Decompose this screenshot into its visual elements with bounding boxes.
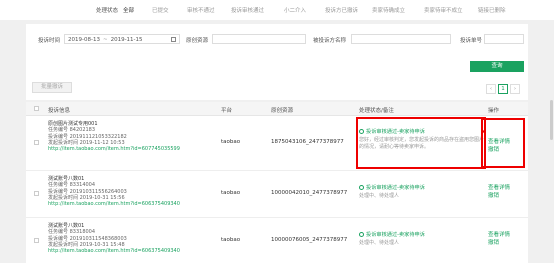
item-link[interactable]: http://item.taobao.com/item.htm?id=60637… <box>48 201 198 207</box>
withdraw-link[interactable]: 撤销 <box>488 192 510 200</box>
select-all-checkbox[interactable] <box>34 106 39 111</box>
next-page-button[interactable]: › <box>510 84 520 94</box>
date-separator: ~ <box>102 37 108 43</box>
check-circle-icon <box>359 232 364 237</box>
platform: taobao <box>221 237 241 243</box>
platform: taobao <box>221 190 241 196</box>
red-dot-marker <box>481 130 484 133</box>
actions-highlight-box <box>481 118 525 168</box>
pagination: ‹ 1 › <box>486 84 522 94</box>
header-source: 原创资源 <box>271 108 294 114</box>
date-end: 2019-11-15 <box>110 37 143 43</box>
status-tab-link-deleted[interactable]: 链接已删除 <box>478 6 506 14</box>
complaint-info: 测试账号八数01 任务编号 83318004 投诉编号 201910311548… <box>48 223 198 254</box>
table-header: 投诉信息 平台 原创资源 处理状态/备注 操作 <box>26 102 528 116</box>
status-cell: 投诉审核通过-卖家待申诉 处理中、待处理人 <box>359 184 487 200</box>
date-range-input[interactable]: 2019-08-13 ~2019-11-15 <box>64 34 180 44</box>
view-detail-link[interactable]: 查看详情 <box>488 184 510 192</box>
check-circle-icon <box>359 185 364 190</box>
table-row: 测试账号八数01 任务编号 83314004 投诉编号 201910311556… <box>26 171 528 218</box>
status-cell: 投诉审核通过-卖家待申诉 处理中、待处理人 <box>359 231 487 247</box>
seller-label: 被投诉方名称 <box>313 38 347 44</box>
row-actions: 查看详情 撤销 <box>488 231 510 247</box>
source-account: 10000042010_2477378977 <box>271 190 348 196</box>
time-label: 投诉时间 <box>38 38 61 44</box>
item-link[interactable]: http://item.taobao.com/item.htm?id=60637… <box>48 248 198 254</box>
platform: taobao <box>221 139 241 145</box>
filter-panel: 投诉时间 2019-08-13 ~2019-11-15 原创资源 被投诉方名称 投… <box>26 24 528 100</box>
item-link[interactable]: http://item.taobao.com/item.htm?id=60774… <box>48 146 198 152</box>
status-tab-review-passed[interactable]: 投诉审核通过 <box>231 6 264 14</box>
page: 处理状态 全部 已提交 审核不通过 投诉审核通过 小二介入 投诉方已撤诉 卖家待… <box>0 0 554 263</box>
row-checkbox[interactable] <box>34 191 39 196</box>
source-account: 10000076005_2477378977 <box>271 237 348 243</box>
status-highlight-box <box>356 117 486 169</box>
complaint-no-input[interactable] <box>484 34 524 44</box>
date-start: 2019-08-13 <box>68 37 100 43</box>
table-row: 测试账号八数01 任务编号 83318004 投诉编号 201910311548… <box>26 218 528 263</box>
status-tab-submitted[interactable]: 已提交 <box>152 6 169 14</box>
status-note: 处理中、待处理人 <box>359 240 400 246</box>
status-filter-bar: 处理状态 全部 已提交 审核不通过 投诉审核通过 小二介入 投诉方已撤诉 卖家待… <box>0 0 554 20</box>
calendar-icon <box>171 37 176 42</box>
header-platform: 平台 <box>221 108 233 114</box>
row-checkbox[interactable] <box>34 140 39 145</box>
source-label: 原创资源 <box>186 38 209 44</box>
complaint-info: 测试账号八数01 任务编号 83314004 投诉编号 201910311556… <box>48 176 198 207</box>
scrollbar[interactable] <box>550 100 553 140</box>
row-actions: 查看详情 撤销 <box>488 184 510 200</box>
withdraw-link[interactable]: 撤销 <box>488 239 510 247</box>
status-text: 投诉审核通过-卖家待申诉 <box>366 185 425 191</box>
status-tab-staff-intervened[interactable]: 小二介入 <box>284 6 306 14</box>
prev-page-button[interactable]: ‹ <box>486 84 496 94</box>
status-tab-review-rejected[interactable]: 审核不通过 <box>187 6 215 14</box>
status-note: 处理中、待处理人 <box>359 193 400 199</box>
batch-withdraw-button[interactable]: 批量撤诉 <box>32 82 72 93</box>
header-ops: 操作 <box>488 108 500 114</box>
header-info: 投诉信息 <box>48 108 71 114</box>
status-tab-seller-invalid[interactable]: 卖家待审不成立 <box>424 6 463 14</box>
page-1-button[interactable]: 1 <box>498 84 508 94</box>
status-tab-seller-confirm[interactable]: 卖家待确成立 <box>372 6 405 14</box>
view-detail-link[interactable]: 查看详情 <box>488 231 510 239</box>
row-checkbox[interactable] <box>34 238 39 243</box>
complaint-info: 原创图片测试专用001 任务编号 84202183 投诉编号 201911121… <box>48 121 198 152</box>
query-button[interactable]: 查询 <box>470 61 524 72</box>
seller-input[interactable] <box>351 34 451 44</box>
header-status: 处理状态/备注 <box>359 108 394 114</box>
status-tab-withdrawn[interactable]: 投诉方已撤诉 <box>325 6 358 14</box>
status-tab-all[interactable]: 全部 <box>123 6 134 14</box>
complaint-no-label: 投诉单号 <box>460 38 483 44</box>
status-text: 投诉审核通过-卖家待申诉 <box>366 232 425 238</box>
source-input[interactable] <box>212 34 306 44</box>
status-filter-label: 处理状态 <box>96 8 119 14</box>
source-account: 1875043106_2477378977 <box>271 139 344 145</box>
